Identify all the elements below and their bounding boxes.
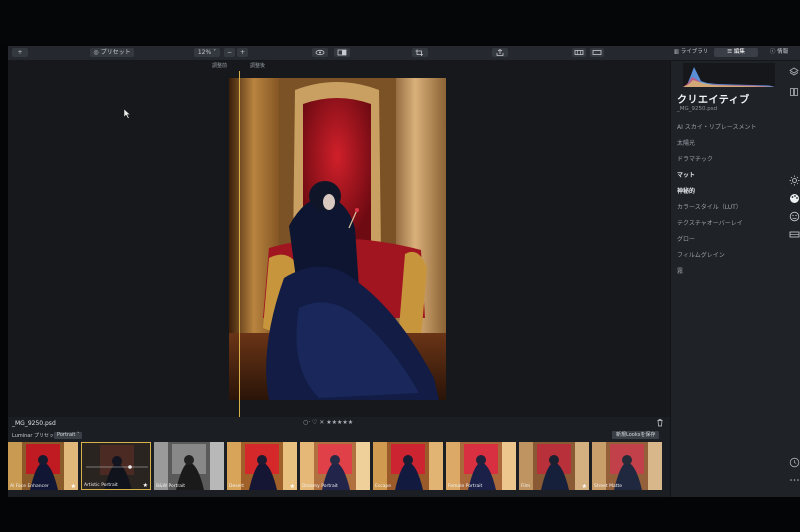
preset-bar: Luminar プリセット Portrait ˅ 新規Looksを保存 xyxy=(8,431,670,441)
monitor-bezel-bottom xyxy=(0,497,800,532)
preset-preview xyxy=(592,442,662,490)
preset-preview xyxy=(154,442,224,490)
more-icon[interactable] xyxy=(789,477,800,483)
preset-name: Street Matte xyxy=(594,484,623,489)
app-window: + ◎ プリセット 12% ˅ − + ▥ ライブラリ ☰ 編集 ⓘ 情報 調整… xyxy=(8,46,800,497)
preset-collection-label: Luminar プリセット xyxy=(12,433,60,439)
filmstrip-icon xyxy=(574,50,584,55)
tool-dramatic[interactable]: ドラマチック xyxy=(677,154,713,163)
layers-icon[interactable] xyxy=(789,67,799,77)
mouse-cursor-icon xyxy=(124,109,131,119)
bottom-area: _MG_9250.psd ○· ♡ ✕ ★★★★★ Luminar プリセット … xyxy=(8,417,670,497)
single-view-icon xyxy=(592,50,602,55)
preset-thumb[interactable]: Female Portrait xyxy=(446,442,516,490)
tool-film-grain[interactable]: フィルムグレイン xyxy=(677,250,725,259)
tool-fog[interactable]: 霧 xyxy=(677,266,683,275)
tool-ai-sky[interactable]: AI スカイ・リプレースメント xyxy=(677,122,756,131)
export-button[interactable] xyxy=(492,48,508,57)
zoom-in-button[interactable]: + xyxy=(237,48,248,57)
face-icon[interactable] xyxy=(789,211,800,222)
zoom-select[interactable]: 12% ˅ xyxy=(194,48,220,57)
preset-name: Escape xyxy=(375,484,392,489)
split-view-icon xyxy=(337,49,347,56)
tab-library[interactable]: ▥ ライブラリ xyxy=(670,48,712,57)
history-clock-icon[interactable] xyxy=(789,457,800,468)
rating-flags[interactable]: ○· ♡ ✕ ★★★★★ xyxy=(303,419,353,426)
preset-thumb[interactable]: Desert ★ xyxy=(227,442,297,490)
presets-icon: ◎ xyxy=(93,49,101,56)
preset-filmstrip: AI Face Enhancer ★ Artistic Portrait ★ B… xyxy=(8,442,670,490)
preset-name: Dreamy Portrait xyxy=(302,484,338,489)
preset-preview xyxy=(227,442,297,490)
panel-filename: _MG_9250.psd xyxy=(677,106,718,112)
edited-photo xyxy=(229,78,446,400)
tab-edit[interactable]: ☰ 編集 xyxy=(714,48,758,57)
tab-info[interactable]: ⓘ 情報 xyxy=(760,48,798,57)
crop-button[interactable] xyxy=(412,48,428,57)
tool-matte[interactable]: マット xyxy=(677,170,695,179)
preset-thumb-selected[interactable]: Artistic Portrait ★ xyxy=(81,442,151,490)
preset-preview xyxy=(8,442,78,490)
eye-icon xyxy=(315,49,325,56)
zoom-out-button[interactable]: − xyxy=(224,48,235,57)
tool-color-style-lut[interactable]: カラースタイル（LUT） xyxy=(677,202,742,211)
preset-preview xyxy=(300,442,370,490)
library-icon: ▥ xyxy=(673,49,681,55)
compare-split-handle[interactable] xyxy=(239,71,240,417)
right-panel: クリエイティブ _MG_9250.psd AI スカイ・リプレースメント 太陽光… xyxy=(670,61,800,497)
compare-button[interactable] xyxy=(334,48,350,57)
professional-tools-icon[interactable] xyxy=(789,229,800,240)
preset-thumb[interactable]: Street Matte xyxy=(592,442,662,490)
sun-icon[interactable] xyxy=(789,175,800,186)
presets-button[interactable]: ◎ プリセット xyxy=(90,48,134,57)
add-button[interactable]: + xyxy=(12,48,28,57)
eye-toggle-button[interactable] xyxy=(312,48,328,57)
compare-panel-icon[interactable] xyxy=(789,87,799,97)
favorite-star-icon[interactable]: ★ xyxy=(143,482,148,489)
tool-sunrays[interactable]: 太陽光 xyxy=(677,138,695,147)
preset-name: Desert xyxy=(229,484,244,489)
image-canvas[interactable] xyxy=(8,71,670,417)
trash-icon[interactable] xyxy=(656,418,664,427)
tool-mystical[interactable]: 神秘的 xyxy=(677,186,695,195)
compare-label-bar: 調整前 調整後 xyxy=(8,61,670,71)
preset-name: B&W Portrait xyxy=(156,484,186,489)
preset-name: Artistic Portrait xyxy=(84,483,118,488)
before-label: 調整前 xyxy=(212,63,228,69)
favorite-star-icon[interactable]: ★ xyxy=(582,483,587,490)
preset-name: AI Face Enhancer xyxy=(10,484,49,489)
preset-preview xyxy=(373,442,443,490)
monitor-bezel-top xyxy=(0,0,800,46)
mode-tabs: ▥ ライブラリ ☰ 編集 ⓘ 情報 xyxy=(670,46,800,60)
image-filename: _MG_9250.psd xyxy=(12,420,56,427)
palette-icon[interactable] xyxy=(789,193,800,204)
panel-title: クリエイティブ xyxy=(677,95,750,106)
preset-preview xyxy=(446,442,516,490)
preset-thumb[interactable]: Escape xyxy=(373,442,443,490)
preset-name: Film xyxy=(521,484,531,489)
single-view-button[interactable] xyxy=(590,48,604,57)
share-icon xyxy=(496,49,504,56)
tool-glow[interactable]: グロー xyxy=(677,234,695,243)
sliders-icon: ☰ xyxy=(727,49,734,55)
preset-category-select[interactable]: Portrait ˅ xyxy=(54,432,83,439)
after-label: 調整後 xyxy=(250,63,266,69)
favorite-star-icon[interactable]: ★ xyxy=(290,483,295,490)
tool-texture-overlay[interactable]: テクスチャオーバーレイ xyxy=(677,218,743,227)
save-new-looks-button[interactable]: 新規Looksを保存 xyxy=(612,431,660,439)
filmstrip-toggle-button[interactable] xyxy=(572,48,586,57)
preset-thumb[interactable]: Film ★ xyxy=(519,442,589,490)
preset-thumb[interactable]: Dreamy Portrait xyxy=(300,442,370,490)
preset-thumb[interactable]: B&W Portrait xyxy=(154,442,224,490)
preset-name: Female Portrait xyxy=(448,484,483,489)
crop-icon xyxy=(415,49,423,56)
preset-preview xyxy=(519,442,589,490)
favorite-star-icon[interactable]: ★ xyxy=(71,483,76,490)
preset-thumb[interactable]: AI Face Enhancer ★ xyxy=(8,442,78,490)
histogram xyxy=(683,63,775,87)
